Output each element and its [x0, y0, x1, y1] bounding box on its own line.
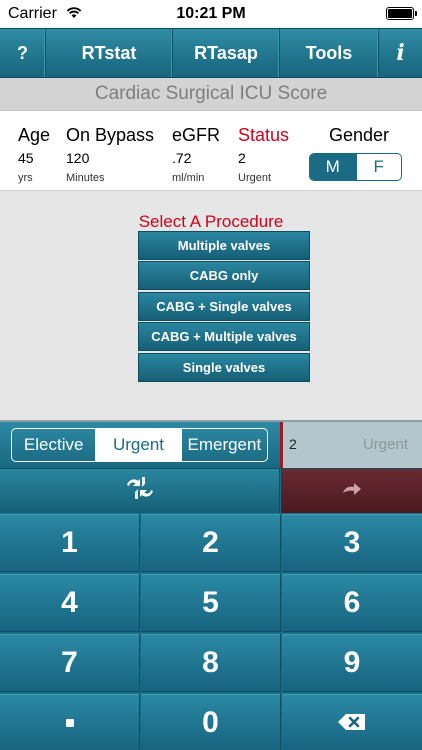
next-button[interactable] — [281, 469, 422, 513]
entry-number: 2 — [289, 436, 297, 452]
gender-segmented-control: M F — [309, 153, 402, 181]
key-backspace[interactable] — [282, 694, 422, 750]
parameters-panel: Age 45 yrs On Bypass 120 Minutes eGFR .7… — [0, 111, 422, 191]
egfr-field[interactable]: eGFR .72 ml/min — [172, 125, 220, 184]
tools-button[interactable]: Tools — [280, 29, 379, 77]
status-unit: Urgent — [238, 172, 272, 184]
procedure-list: Multiple valves CABG only CABG + Single … — [138, 231, 310, 383]
swap-arrows-icon — [123, 475, 157, 508]
egfr-value: .72 — [172, 150, 192, 166]
nav-bar: ? RTstat RTasap Tools i — [0, 28, 422, 78]
urgency-elective-button[interactable]: Elective — [12, 429, 95, 461]
forward-arrow-icon — [341, 481, 363, 502]
key-4[interactable]: 4 — [0, 574, 140, 632]
entry-text: Urgent — [362, 436, 408, 453]
status-label: Status — [238, 125, 290, 145]
urgency-emergent-button[interactable]: Emergent — [180, 429, 267, 461]
urgency-urgent-button[interactable]: Urgent — [95, 429, 181, 461]
key-9[interactable]: 9 — [282, 634, 422, 692]
rtstat-button[interactable]: RTstat — [46, 29, 173, 77]
status-field[interactable]: Status 2 Urgent — [238, 125, 289, 184]
bypass-unit: Minutes — [66, 172, 105, 184]
key-2[interactable]: 2 — [141, 514, 281, 572]
procedure-cabg-multiple-valves-button[interactable]: CABG + Multiple valves — [138, 322, 310, 352]
page-title: Cardiac Surgical ICU Score — [0, 78, 422, 111]
info-button[interactable]: i — [379, 29, 422, 77]
procedure-single-valves-button[interactable]: Single valves — [138, 352, 310, 382]
procedure-multiple-valves-button[interactable]: Multiple valves — [138, 231, 310, 260]
egfr-unit: ml/min — [172, 172, 205, 184]
status-bar: Carrier 10:21 PM — [0, 0, 422, 28]
status-value: 2 — [238, 150, 246, 166]
procedure-cabg-single-valves-button[interactable]: CABG + Single valves — [138, 291, 310, 321]
bypass-label: On Bypass — [66, 125, 155, 145]
decimal-point-icon — [65, 718, 74, 727]
key-1[interactable]: 1 — [0, 514, 140, 572]
battery-icon — [386, 7, 417, 20]
age-label: Age — [18, 125, 51, 145]
bypass-field[interactable]: On Bypass 120 Minutes — [66, 125, 154, 184]
age-field[interactable]: Age 45 yrs — [18, 125, 50, 184]
backspace-icon — [337, 706, 367, 740]
urgency-bar: Elective Urgent Emergent — [0, 422, 280, 468]
key-3[interactable]: 3 — [282, 514, 422, 572]
key-7[interactable]: 7 — [0, 634, 140, 692]
gender-male-button[interactable]: M — [310, 154, 356, 180]
keypad: Elective Urgent Emergent 2 Urgent 1 2 3 … — [0, 420, 422, 750]
procedure-heading: Select A Procedure — [138, 212, 284, 231]
key-decimal[interactable] — [0, 694, 140, 750]
help-button[interactable]: ? — [0, 29, 46, 77]
bypass-value: 120 — [66, 150, 90, 166]
keypad-action-row — [0, 468, 422, 513]
gender-field: Gender — [329, 125, 389, 146]
number-pad: 1 2 3 4 5 6 7 8 9 0 — [0, 512, 422, 750]
urgency-segmented-control: Elective Urgent Emergent — [11, 428, 268, 462]
key-6[interactable]: 6 — [282, 574, 422, 632]
gender-female-button[interactable]: F — [355, 154, 402, 180]
age-value: 45 — [18, 150, 34, 166]
entry-display: 2 Urgent — [280, 422, 422, 468]
key-5[interactable]: 5 — [141, 574, 281, 632]
key-8[interactable]: 8 — [141, 634, 281, 692]
swap-button[interactable] — [0, 469, 280, 513]
gender-label: Gender — [329, 125, 390, 145]
rtasap-button[interactable]: RTasap — [173, 29, 280, 77]
age-unit: yrs — [18, 172, 33, 184]
procedure-cabg-only-button[interactable]: CABG only — [138, 261, 310, 291]
clock: 10:21 PM — [176, 5, 246, 22]
key-0[interactable]: 0 — [141, 694, 281, 750]
egfr-label: eGFR — [172, 125, 221, 145]
